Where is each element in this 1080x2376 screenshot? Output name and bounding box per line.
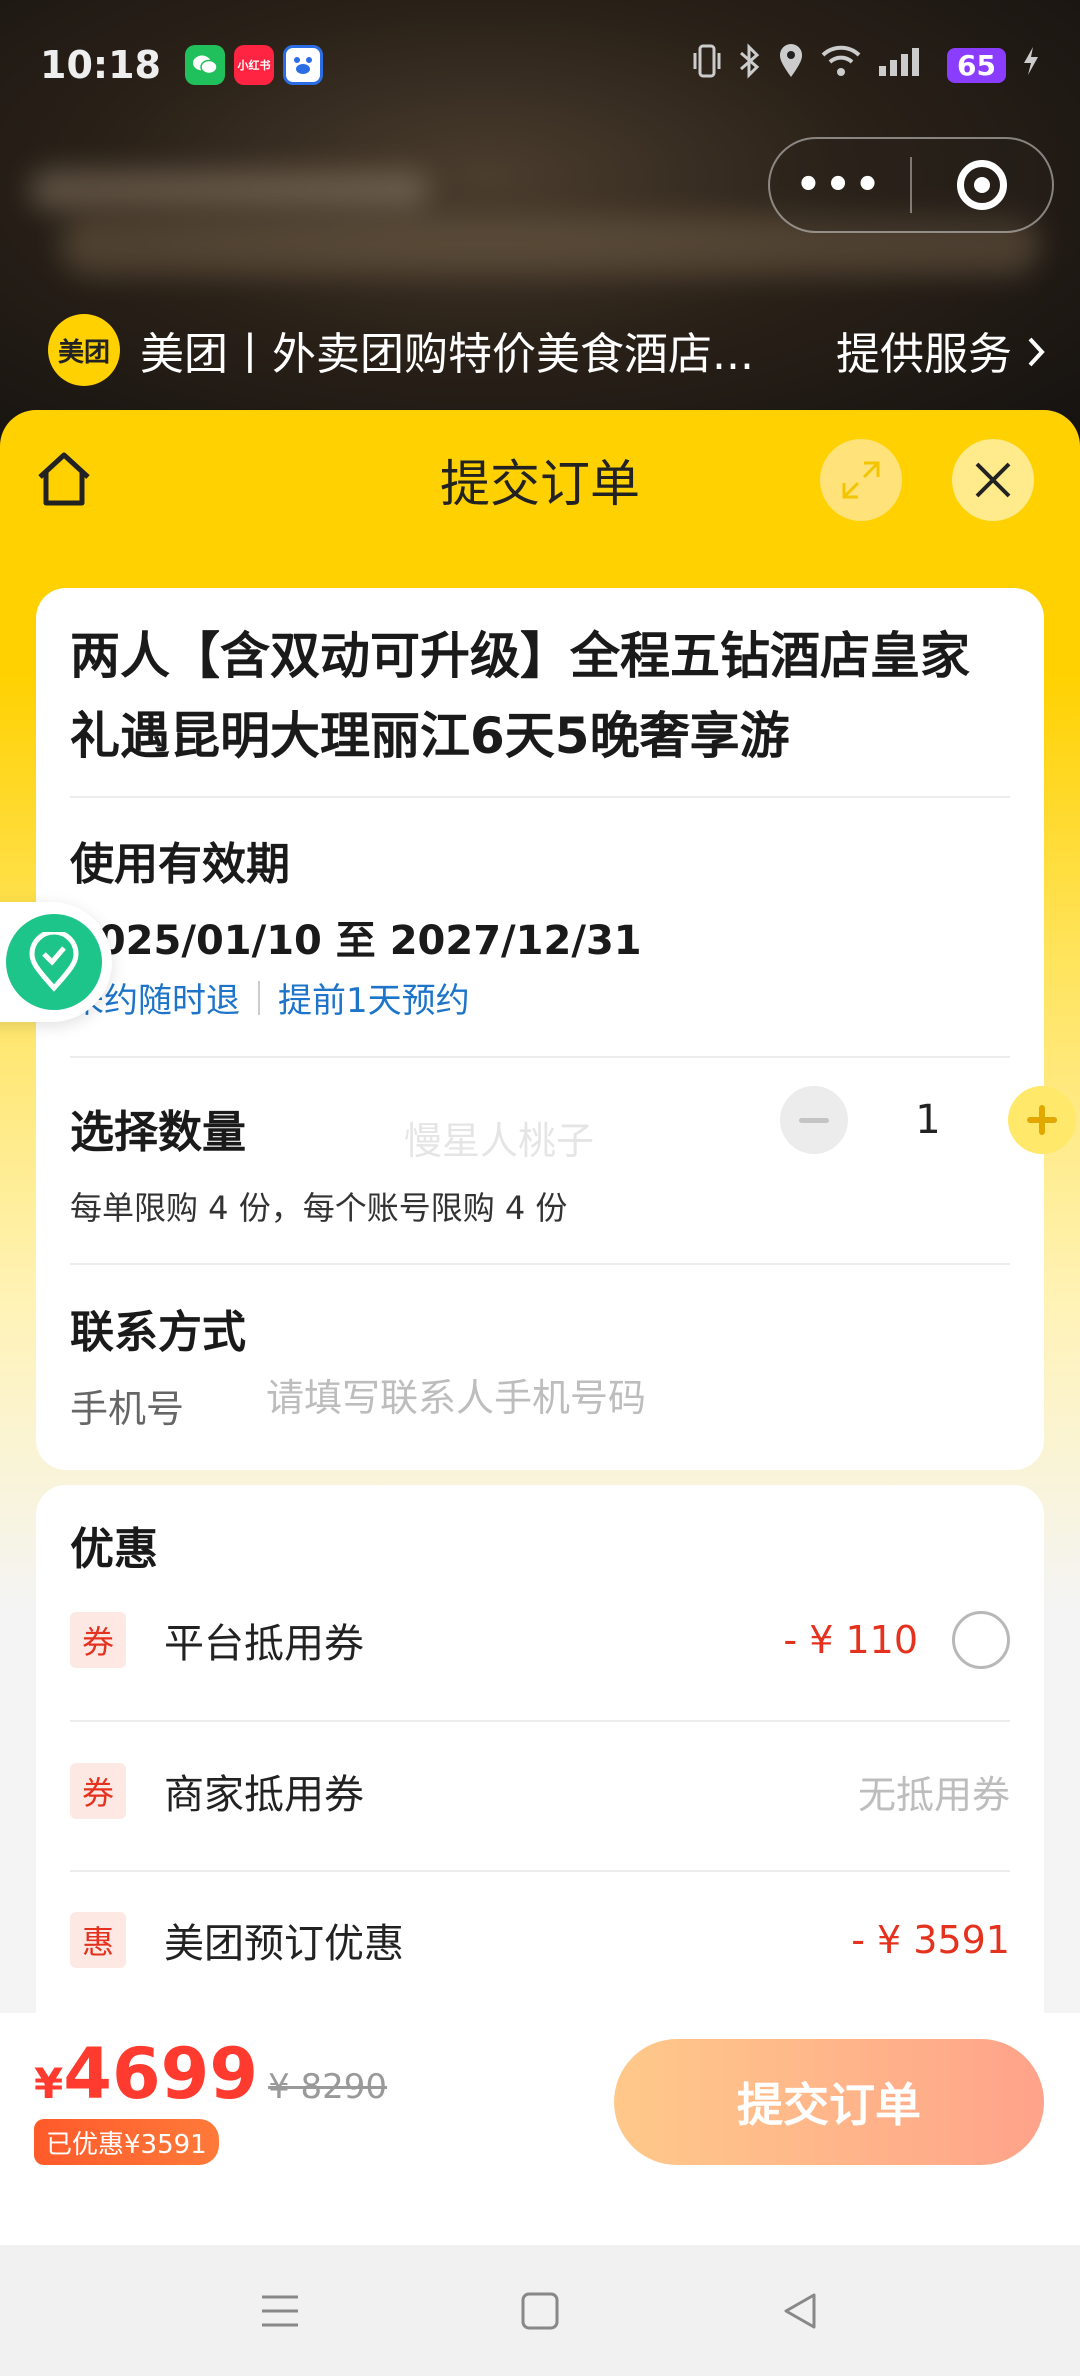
back-triangle-icon (784, 2293, 816, 2328)
product-card: 两人【含双动可升级】全程五钻酒店皇家礼遇昆明大理丽江6天5晚奢享游 使用有效期 … (36, 588, 1076, 1470)
quantity-stepper: 1 (780, 1086, 1076, 1154)
discount-label: 美团预订优惠 (164, 1921, 404, 1967)
phone-label: 手机号 (70, 1387, 185, 1431)
signal-icon (877, 44, 931, 86)
charging-icon (1022, 45, 1040, 85)
saved-amount-badge: 已优惠¥3591 (34, 2119, 219, 2165)
coupon-radio[interactable] (952, 1611, 1010, 1669)
validity-title: 使用有效期 (70, 839, 290, 890)
menu-icon (262, 2295, 298, 2326)
divider (70, 1870, 1010, 1872)
discount-label: 平台抵用券 (164, 1621, 364, 1667)
mini-program-title: 美团丨外卖团购特价美食酒店... (140, 329, 754, 380)
refund-tags: 未约随时退 提前1天预约 (70, 973, 470, 1022)
submit-order-button[interactable]: 提交订单 (614, 2039, 1044, 2165)
divider (70, 1056, 1010, 1058)
page-title: 提交订单 (440, 455, 640, 513)
battery-level: 65 (947, 47, 1006, 83)
vibrate-icon (693, 43, 721, 87)
quantity-title: 选择数量 (70, 1107, 246, 1158)
close-icon (975, 462, 1011, 498)
bluetooth-icon (737, 43, 761, 87)
system-nav-bar (0, 2245, 1080, 2376)
final-price: 4699 (63, 2033, 259, 2115)
xiaohongshu-icon: 小红书 (233, 45, 274, 85)
discount-card: 优惠 券 平台抵用券 - ¥ 110 券 商家抵用券 无抵用券 惠 美团预订优惠… (36, 1485, 1044, 2045)
coupon-badge: 券 (70, 1763, 126, 1819)
wechat-icon (184, 45, 225, 85)
provide-service-label: 提供服务 (836, 329, 1012, 380)
discount-row-platform[interactable]: 券 平台抵用券 - ¥ 110 (36, 1585, 1044, 1695)
booking-tag[interactable]: 提前1天预约 (278, 973, 470, 1022)
decrease-button[interactable] (780, 1086, 848, 1154)
back-nav-button[interactable] (775, 2286, 825, 2336)
contact-title: 联系方式 (70, 1307, 246, 1358)
minus-icon (799, 1117, 829, 1123)
target-icon (956, 160, 1007, 210)
increase-button[interactable] (1008, 1086, 1076, 1154)
status-time: 10:18 (40, 43, 161, 87)
close-button[interactable] (952, 439, 1034, 521)
provide-service-link[interactable]: 提供服务 (836, 318, 1048, 382)
discount-row-booking[interactable]: 惠 美团预订优惠 - ¥ 3591 (36, 1885, 1044, 1995)
price-display: ¥ 4699 ¥ 8290 (34, 2033, 387, 2115)
discount-value: 无抵用券 (857, 1772, 1010, 1817)
purchase-limit-text: 每单限购 4 份，每个账号限购 4 份 (70, 1189, 568, 1227)
location-heart-icon (6, 914, 102, 1010)
chevron-right-icon (1026, 329, 1048, 380)
home-nav-button[interactable] (515, 2286, 565, 2336)
coupon-badge: 券 (70, 1612, 126, 1668)
discount-value: - ¥ 3591 (851, 1918, 1010, 1962)
home-icon (38, 452, 90, 506)
mini-program-capsule: ••• (768, 137, 1054, 233)
wifi-icon (821, 45, 861, 85)
expand-button[interactable] (820, 439, 902, 521)
original-price: ¥ 8290 (268, 2067, 388, 2107)
quantity-value: 1 (915, 1097, 941, 1143)
exit-mini-program-button[interactable] (912, 160, 1052, 210)
location-icon (777, 43, 805, 87)
divider (70, 1720, 1010, 1722)
home-button[interactable] (30, 445, 98, 513)
currency-symbol: ¥ (34, 2059, 64, 2108)
discount-title: 优惠 (70, 1524, 158, 1575)
mini-program-info-bar[interactable]: 美团 美团丨外卖团购特价美食酒店... 提供服务 (48, 310, 1048, 390)
divider (70, 796, 1010, 798)
menu-nav-button[interactable] (255, 2286, 305, 2336)
status-bar: 10:18 小红书 65 (0, 0, 1080, 130)
promo-badge: 惠 (70, 1912, 126, 1968)
more-options-button[interactable]: ••• (770, 162, 910, 208)
meituan-logo: 美团 (48, 314, 120, 386)
order-sheet: 提交订单 两人【含双动可升级】全程五钻酒店皇家礼遇昆明大理丽江6天5晚奢享游 使… (0, 410, 1080, 2245)
discount-row-merchant[interactable]: 券 商家抵用券 无抵用券 (36, 1736, 1044, 1846)
expand-icon (842, 461, 880, 499)
validity-dates: 2025/01/10 至 2027/12/31 (70, 918, 642, 964)
checkout-bar: ¥ 4699 ¥ 8290 已优惠¥3591 提交订单 (0, 2013, 1080, 2245)
square-icon (521, 2292, 559, 2329)
watermark: 慢星人桃子 (404, 1119, 595, 1163)
product-title: 两人【含双动可升级】全程五钻酒店皇家礼遇昆明大理丽江6天5晚奢享游 (70, 627, 970, 765)
sheet-header: 提交订单 (0, 410, 1080, 550)
baidu-icon (282, 45, 323, 85)
discount-value: - ¥ 110 (783, 1618, 918, 1662)
discount-label: 商家抵用券 (164, 1772, 364, 1818)
divider (70, 1263, 1010, 1265)
phone-input[interactable] (266, 1368, 966, 1428)
